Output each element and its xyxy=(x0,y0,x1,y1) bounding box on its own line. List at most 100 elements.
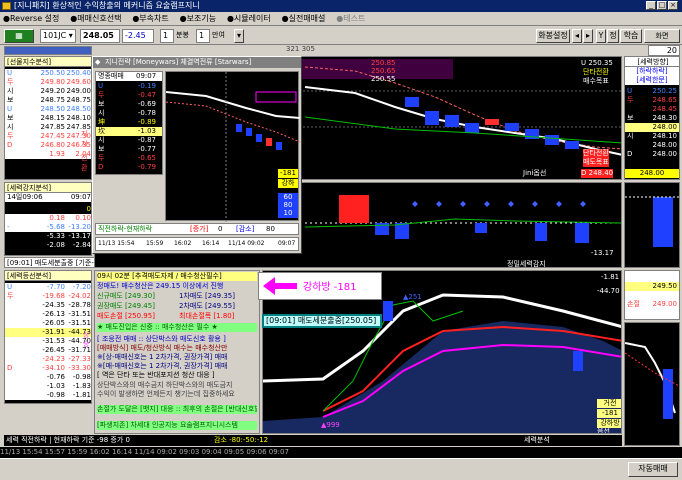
force-line-row: -0.98 -1.81 xyxy=(5,391,91,400)
force-direction-value: 248.30 xyxy=(652,114,678,122)
popup-footer-label: 직전하락-현재하락 xyxy=(98,225,153,233)
force-detect-title: [세력강지분석] xyxy=(5,183,91,193)
force-line-value-b: -31.51 xyxy=(68,319,91,327)
force-line-value-b: -7.20 xyxy=(72,283,91,291)
force-detect-row: 0.18 0.10 xyxy=(5,214,91,223)
force-direction-sub2: [세력한문] xyxy=(625,76,679,85)
zoom-input[interactable]: 20 xyxy=(648,45,680,56)
force-direction-row: 보 248.30 xyxy=(625,114,679,123)
count-input[interactable]: 1 xyxy=(196,29,210,43)
force-line-value-a: -0.76 xyxy=(46,373,65,381)
force-info-left: 세력 직전하락 | 현재하락 기준 -98 증가 0 xyxy=(6,436,130,444)
level-grid-value: 248.50 xyxy=(652,291,678,299)
candle xyxy=(246,128,252,136)
force-chart-value: -13.17 xyxy=(591,249,614,257)
level-grid-row: 물공 249.50 xyxy=(625,309,679,318)
popup-value-key: 두 xyxy=(98,154,105,162)
popup-value-row: 시 -0.78-0.97 xyxy=(96,109,162,118)
nav-y-button[interactable]: Y xyxy=(596,29,606,43)
top-scrollbar[interactable] xyxy=(4,46,92,55)
popup-value-value-b: -0.87 xyxy=(154,100,162,109)
menu-item-subchart[interactable]: ●부속차트 xyxy=(129,12,173,25)
futures-index-panel: [선물지수분석] U 250.50 250.40 두 249.80 249.60 시 249.… xyxy=(4,56,92,180)
futures-index-key: 두 xyxy=(7,78,14,86)
menu-item-test[interactable]: ●테스트 xyxy=(333,12,370,25)
popup-tick-3: 16:14 xyxy=(202,240,220,247)
popup-value-key: 시 xyxy=(98,136,105,144)
mini-chart-1-canvas xyxy=(625,196,679,247)
popup-value-key: 시 xyxy=(98,109,105,117)
minimize-button[interactable]: _ xyxy=(646,1,656,10)
futures-index-row: 시 249.20 249.00 xyxy=(5,87,91,96)
force-line-value-2: -44.70 xyxy=(597,287,620,295)
futures-index-key: 시 xyxy=(7,87,14,95)
diamond-marker xyxy=(580,201,586,207)
force-line-tag-1: 거전 xyxy=(597,399,621,408)
popup-value-value-a: -0.47 xyxy=(137,91,156,99)
force-detect-row: - -5.68 -13.20 xyxy=(5,223,91,232)
signal-callout: [09:01] 매도세분출중[250.05] xyxy=(262,314,382,328)
mini-chart-1[interactable] xyxy=(624,182,680,268)
futures-index-value-a: 247.85 xyxy=(40,123,66,131)
left-arrow-icon xyxy=(263,277,297,295)
menu-item-live[interactable]: ●실전매매설 xyxy=(279,12,331,25)
strategy-popup[interactable]: 지니전략 [Moneywars] 체결역전류 [Starwars] ◆ 명종매매… xyxy=(92,56,302,254)
level-grid-row: 기준 248.50 xyxy=(625,291,679,300)
code-select[interactable]: 101JC ▾ xyxy=(40,29,76,43)
mini-bar xyxy=(653,197,673,247)
menu-item-aux[interactable]: ●보조기능 xyxy=(177,12,221,25)
menu-item-signal[interactable]: ●매매신호선택 xyxy=(67,12,126,25)
popup-time-axis: 11/13 15:54 15:59 16:02 16:14 11/14 09:0… xyxy=(95,237,299,251)
zoom-button[interactable]: 화면 xyxy=(644,29,680,43)
nav-left-button[interactable]: ◂ xyxy=(572,29,582,43)
popup-value-row: 두 -0.65-0.84 xyxy=(96,154,162,163)
auto-trade-button[interactable]: 자동매매 xyxy=(628,462,678,477)
scroll-label: 321 305 xyxy=(286,45,315,53)
level-grid-key: 물공 xyxy=(627,309,640,317)
force-bar xyxy=(535,223,547,241)
maximize-button[interactable]: □ xyxy=(657,1,667,10)
futures-index-value-a: 1.93 xyxy=(49,150,65,158)
price-field: 248.05 xyxy=(80,29,120,43)
futures-index-row: 두 247.45 247.30 xyxy=(5,132,91,141)
screen-settings-button[interactable]: 화봉설정 xyxy=(536,29,570,43)
price-label-scalp-turn: 단타전환 xyxy=(583,68,609,76)
force-detect-row: -5.33 -13.17 xyxy=(5,232,91,241)
futures-index-row: 보 248.15 248.10 xyxy=(5,114,91,123)
close-button[interactable]: × xyxy=(668,1,678,10)
popup-value-row: 보 -0.77-1.01 xyxy=(96,145,162,154)
popup-value-row: 坤 -0.89-1.02 xyxy=(96,118,162,127)
upper-band-line xyxy=(304,66,621,150)
info-line-7: ※[매-매매신호는 1 2차가격, 권장가격] 매매 xyxy=(97,362,228,370)
menu-item-simulator[interactable]: ●시뮬레이터 xyxy=(224,12,276,25)
force-direction-panel: [세력방향] [하락하락] [세력한문] U 250.25 두 248.65 248.4… xyxy=(624,56,680,180)
study-button[interactable]: 학습 xyxy=(620,29,642,43)
app-icon xyxy=(2,2,11,10)
popup-tick-4: 11/14 09:02 xyxy=(228,240,265,247)
price-label-scalp-turn-down: 단타전환 xyxy=(583,149,609,158)
futures-index-key: 보 xyxy=(7,96,14,104)
candle xyxy=(505,123,519,131)
mini-chart-2[interactable] xyxy=(624,322,680,446)
grid-toggle-button[interactable]: ▦ xyxy=(4,29,34,43)
force-direction-row: 시 248.10 xyxy=(625,132,679,141)
force-detect-key: - xyxy=(7,223,10,231)
spin-down-button[interactable]: ▾ xyxy=(234,29,244,43)
force-direction-row: U 250.25 xyxy=(625,87,679,96)
force-detect-value-b: 0.10 xyxy=(75,214,91,222)
popup-title-bar[interactable]: 지니전략 [Moneywars] 체결역전류 [Starwars] xyxy=(93,57,301,68)
popup-value-row: 보 -0.69-0.87 xyxy=(96,100,162,109)
diamond-marker xyxy=(436,201,442,207)
force-line-row: -1.03 -1.83 xyxy=(5,382,91,391)
menu-item-reverse[interactable]: ●Reverse 설정 xyxy=(0,12,64,25)
change-field: -2.45 xyxy=(122,29,154,43)
force-line-value-b: -1.83 xyxy=(72,382,91,390)
interval-input[interactable]: 1 xyxy=(160,29,174,43)
popup-value-key: D xyxy=(98,163,104,171)
nav-right-button[interactable]: ▸ xyxy=(583,29,593,43)
diamond-marker xyxy=(532,201,538,207)
level-grid-value: 249.50 xyxy=(652,309,678,317)
nav-jung-button[interactable]: 정 xyxy=(607,29,619,43)
force-line-row: -31.53 -44.70 xyxy=(5,337,91,346)
popup-header-label: 명종매매 xyxy=(98,72,124,80)
